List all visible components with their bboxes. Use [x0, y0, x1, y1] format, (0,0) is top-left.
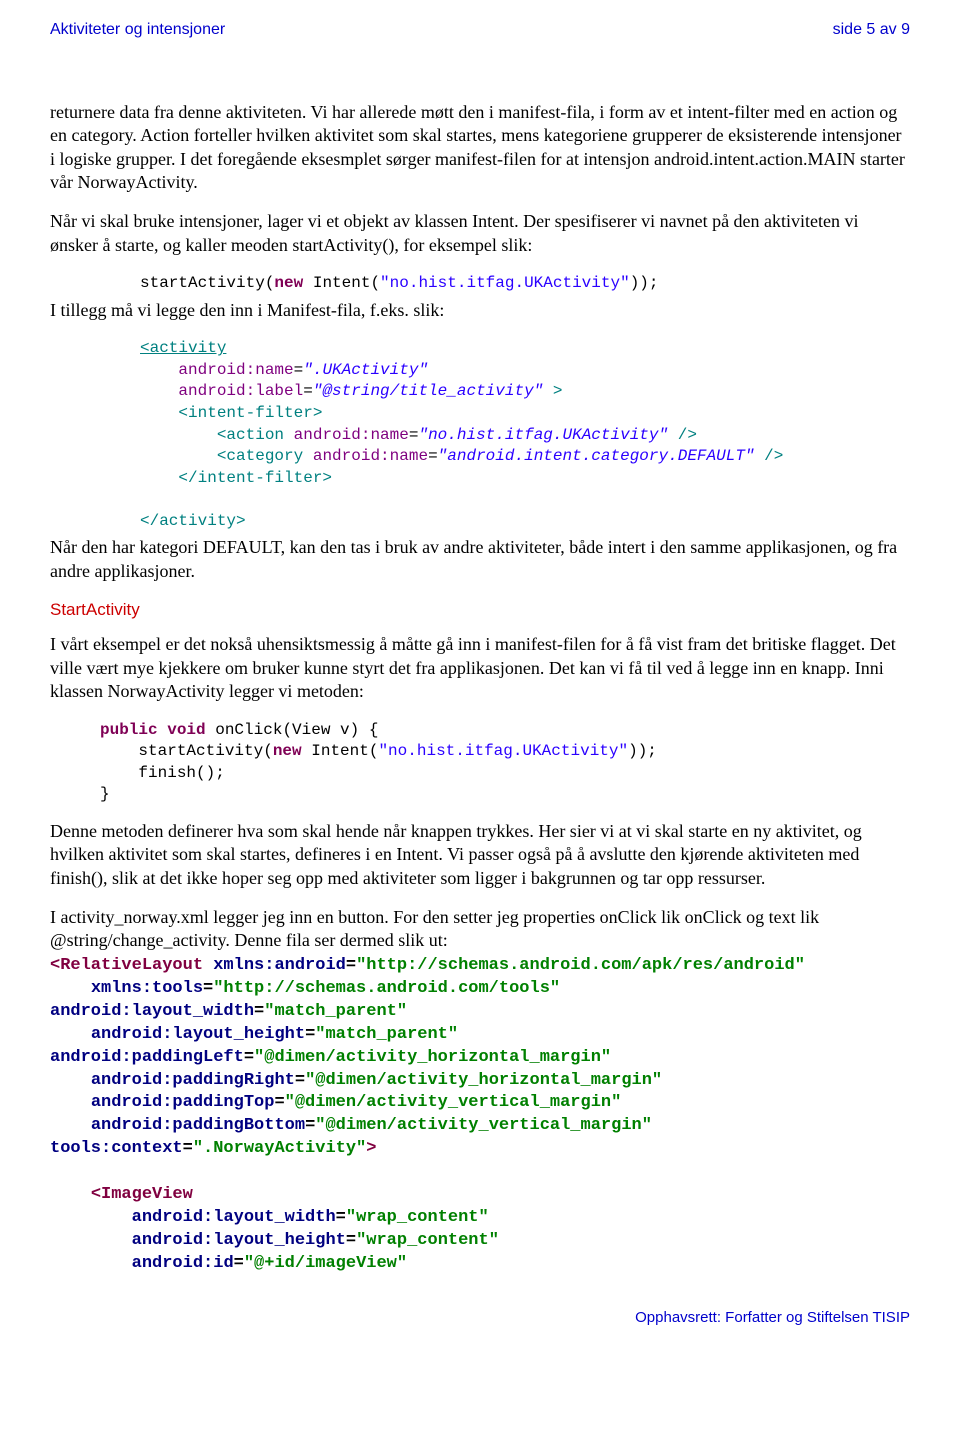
body-para-4: Når den har kategori DEFAULT, kan den ta…	[50, 536, 910, 583]
body-para-1: returnere data fra denne aktiviteten. Vi…	[50, 101, 910, 195]
header-left: Aktiviteter og intensjoner	[50, 20, 225, 41]
section-heading-startactivity: StartActivity	[50, 599, 910, 621]
code-layout-xml: <RelativeLayout xmlns:android="http://sc…	[50, 955, 910, 1276]
body-para-3: I tillegg må vi legge den inn i Manifest…	[50, 299, 910, 322]
body-para-7: I activity_norway.xml legger jeg inn en …	[50, 906, 910, 953]
code-startactivity-1: startActivity(new Intent("no.hist.itfag.…	[140, 273, 910, 295]
page-footer: Opphavsrett: Forfatter og Stiftelsen TIS…	[50, 1308, 910, 1328]
body-para-6: Denne metoden definerer hva som skal hen…	[50, 820, 910, 890]
page-header: Aktiviteter og intensjoner side 5 av 9	[50, 20, 910, 41]
code-onclick: public void onClick(View v) { startActiv…	[100, 720, 910, 806]
body-para-2: Når vi skal bruke intensjoner, lager vi …	[50, 210, 910, 257]
body-para-5: I vårt eksempel er det nokså uhensiktsme…	[50, 633, 910, 703]
code-manifest-xml: <activity android:name=".UKActivity" and…	[140, 338, 910, 532]
header-right: side 5 av 9	[833, 20, 910, 41]
